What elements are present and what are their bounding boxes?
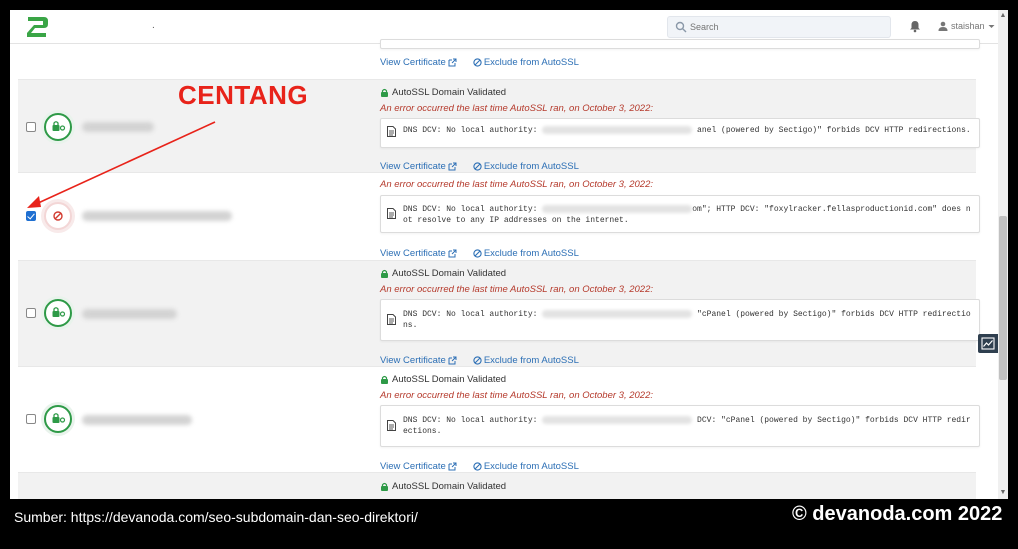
exclude-autossl-link[interactable]: Exclude from AutoSSL [473, 248, 579, 259]
ssl-status-badge [44, 113, 72, 141]
stats-button[interactable] [978, 334, 998, 353]
error-message: An error occurred the last time AutoSSL … [380, 103, 654, 114]
table-row: AutoSSL Domain Validated [18, 473, 976, 499]
scroll-up-icon[interactable]: ▲ [998, 12, 1008, 20]
ssl-status-badge [44, 299, 72, 327]
ban-icon [473, 462, 482, 471]
row-checkbox[interactable] [26, 308, 36, 318]
redacted-text [542, 204, 693, 213]
code-box [380, 39, 980, 49]
domain-name [82, 309, 177, 319]
exclude-autossl-link[interactable]: Exclude from AutoSSL [473, 355, 579, 366]
redacted-text [542, 125, 693, 134]
domain-name [82, 122, 154, 132]
domain-name [82, 211, 232, 221]
lock-icon [381, 482, 388, 491]
external-link-icon [448, 58, 457, 67]
exclude-autossl-link[interactable]: Exclude from AutoSSL [473, 461, 579, 472]
chevron-down-icon [988, 24, 995, 28]
app-window: . staishan View Cer [10, 10, 1008, 499]
search-icon [675, 21, 687, 33]
lock-icon [381, 88, 388, 97]
table-row: AutoSSL Domain Validated An error occurr… [18, 261, 980, 367]
cpanel-logo-icon[interactable] [24, 14, 50, 40]
search-input[interactable] [690, 19, 885, 35]
copyright-caption: © devanoda.com 2022 [792, 503, 1003, 525]
row-checkbox[interactable] [26, 122, 36, 132]
row-checkbox[interactable] [26, 414, 36, 424]
domain-name [82, 415, 192, 425]
ban-icon [473, 249, 482, 258]
bell-icon[interactable] [908, 19, 922, 33]
ssl-status-badge [44, 405, 72, 433]
validated-label: AutoSSL Domain Validated [392, 87, 507, 98]
external-link-icon [448, 162, 457, 171]
document-icon [387, 126, 396, 137]
annotation-label: CENTANG [178, 80, 309, 110]
ban-icon [473, 356, 482, 365]
dcv-log: DNS DCV: No local authority: om"; HTTP D… [403, 204, 971, 225]
table-row: An error occurred the last time AutoSSL … [18, 173, 980, 261]
lock-check-icon [52, 307, 66, 317]
ban-error-icon [53, 211, 63, 221]
redacted-text [542, 309, 693, 318]
lock-check-icon [52, 413, 66, 423]
ssl-status-badge [44, 202, 72, 230]
username: staishan [951, 21, 985, 31]
top-bar-dot: . [152, 20, 155, 31]
exclude-autossl-link[interactable]: Exclude from AutoSSL [473, 161, 579, 172]
error-message: An error occurred the last time AutoSSL … [380, 390, 654, 401]
dcv-log: DNS DCV: No local authority: anel (power… [403, 125, 971, 135]
view-certificate-link[interactable]: View Certificate [380, 461, 457, 472]
external-link-icon [448, 356, 457, 365]
chart-line-icon [981, 337, 995, 350]
dcv-log: DNS DCV: No local authority: DCV: "cPane… [403, 415, 971, 436]
code-box: DNS DCV: No local authority: "cPanel (po… [380, 299, 980, 341]
document-icon [387, 420, 396, 431]
user-icon [938, 21, 948, 31]
dcv-log: DNS DCV: No local authority: "cPanel (po… [403, 309, 971, 330]
code-box: DNS DCV: No local authority: om"; HTTP D… [380, 195, 980, 233]
external-link-icon [448, 462, 457, 471]
lock-icon [381, 375, 388, 384]
row-checkbox-checked[interactable] [26, 211, 36, 221]
lock-check-icon [52, 121, 66, 131]
table-row: AutoSSL Domain Validated An error occurr… [18, 80, 980, 173]
scroll-down-icon[interactable]: ▼ [998, 489, 1008, 497]
validated-label: AutoSSL Domain Validated [392, 374, 507, 385]
search-box[interactable] [667, 16, 891, 38]
validated-label: AutoSSL Domain Validated [392, 481, 507, 492]
table-row: AutoSSL Domain Validated An error occurr… [18, 367, 980, 473]
external-link-icon [448, 249, 457, 258]
view-certificate-link[interactable]: View Certificate [380, 248, 457, 259]
view-certificate-link[interactable]: View Certificate [380, 57, 457, 68]
error-message: An error occurred the last time AutoSSL … [380, 284, 654, 295]
lock-icon [381, 269, 388, 278]
exclude-autossl-link[interactable]: Exclude from AutoSSL [473, 57, 579, 68]
code-box: DNS DCV: No local authority: DCV: "cPane… [380, 405, 980, 447]
user-menu[interactable]: staishan [938, 19, 995, 33]
document-icon [387, 208, 396, 219]
error-message: An error occurred the last time AutoSSL … [380, 179, 654, 190]
source-caption: Sumber: https://devanoda.com/seo-subdoma… [14, 509, 418, 525]
view-certificate-link[interactable]: View Certificate [380, 355, 457, 366]
ban-icon [473, 58, 482, 67]
table-row: View Certificate Exclude from AutoSSL [18, 39, 980, 80]
scrollbar[interactable]: ▲ ▼ [998, 10, 1008, 499]
view-certificate-link[interactable]: View Certificate [380, 161, 457, 172]
scrollbar-thumb[interactable] [999, 216, 1007, 380]
ban-icon [473, 162, 482, 171]
document-icon [387, 314, 396, 325]
validated-label: AutoSSL Domain Validated [392, 268, 507, 279]
redacted-text [542, 415, 693, 424]
code-box: DNS DCV: No local authority: anel (power… [380, 118, 980, 148]
